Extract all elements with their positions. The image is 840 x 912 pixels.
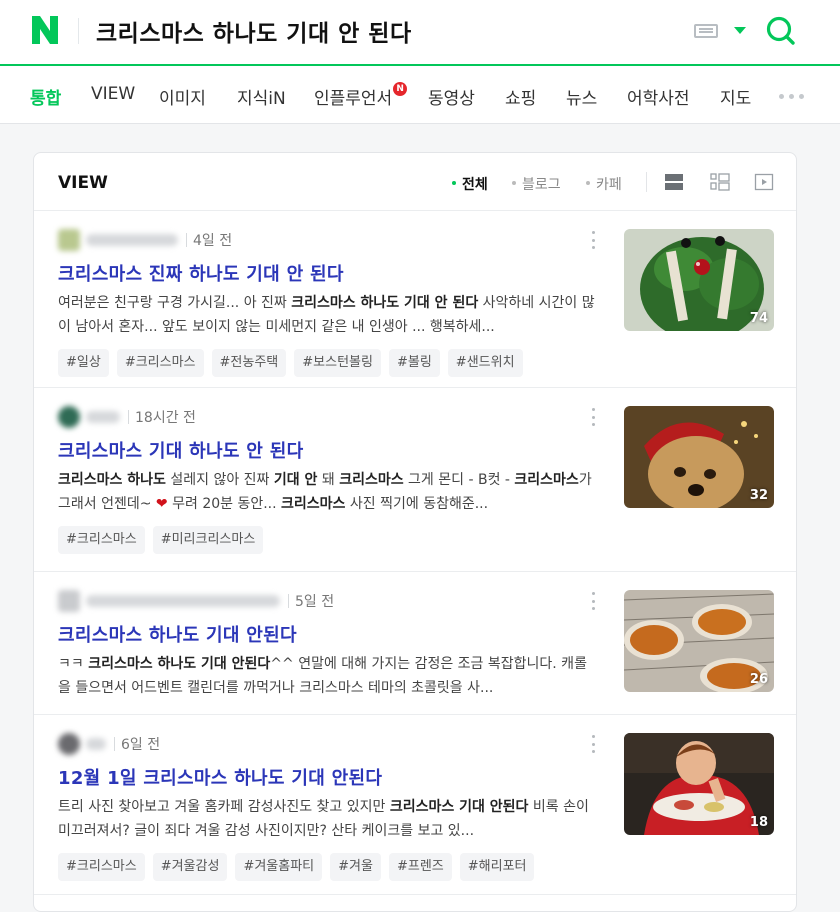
hashtag[interactable]: #겨울홈파티 bbox=[235, 853, 323, 881]
hashtag[interactable]: #해리포터 bbox=[459, 853, 535, 881]
tab-influencer[interactable]: 인플루언서 N bbox=[314, 82, 408, 109]
view-panel-title: VIEW bbox=[58, 173, 108, 193]
image-count: 18 bbox=[749, 815, 768, 830]
result-thumbnail[interactable]: 74 bbox=[624, 229, 774, 331]
list-view-icon[interactable] bbox=[664, 172, 684, 192]
hashtag[interactable]: #크리스마스 bbox=[116, 349, 204, 377]
author-name-blurred[interactable] bbox=[86, 411, 120, 423]
search-icon[interactable] bbox=[764, 14, 798, 48]
tab-knowledge-in[interactable]: 지식iN bbox=[237, 84, 286, 109]
result-description[interactable]: 트리 사진 찾아보고 겨울 홈카페 감성사진도 찾고 있지만 크리스마스 기대 … bbox=[58, 795, 598, 843]
result-meta: 6일 전 bbox=[58, 733, 160, 755]
hashtag[interactable]: #일상 bbox=[58, 349, 109, 377]
tab-integrated[interactable]: 통합 bbox=[30, 84, 61, 109]
search-header: 크리스마스 하나도 기대 안 된다 bbox=[0, 0, 840, 66]
post-time: 6일 전 bbox=[121, 737, 161, 753]
tab-influencer-label: 인플루언서 bbox=[314, 89, 393, 109]
filter-all[interactable]: 전체 bbox=[452, 174, 488, 194]
more-options-icon[interactable] bbox=[592, 408, 596, 426]
result-description[interactable]: ㅋㅋ 크리스마스 하나도 기대 안된다^^ 연말에 대해 가지는 감정은 조금 … bbox=[58, 652, 598, 700]
view-results-panel: VIEW 전체 블로그 카페 4일 전 크리스마스 진짜 하나도 기대 안 된다… bbox=[33, 152, 797, 912]
result-meta: 18시간 전 bbox=[58, 406, 196, 428]
result-description[interactable]: 여러분은 친구랑 구경 가시길... 아 진짜 크리스마스 하나도 기대 안 된… bbox=[58, 291, 598, 339]
author-name-blurred[interactable] bbox=[86, 595, 280, 607]
filter-cafe[interactable]: 카페 bbox=[586, 174, 622, 194]
result-title[interactable]: 크리스마스 진짜 하나도 기대 안 된다 bbox=[58, 260, 344, 286]
image-count: 32 bbox=[749, 488, 768, 503]
hashtag[interactable]: #볼링 bbox=[388, 349, 440, 377]
result-meta: 4일 전 bbox=[58, 229, 232, 251]
result-meta: 5일 전 bbox=[58, 590, 334, 612]
more-options-icon[interactable] bbox=[592, 592, 596, 610]
hashtag[interactable]: #크리스마스 bbox=[58, 853, 145, 881]
author-name-blurred[interactable] bbox=[86, 738, 106, 750]
tab-video[interactable]: 동영상 bbox=[428, 84, 475, 109]
hashtag[interactable]: #샌드위치 bbox=[447, 349, 523, 377]
tab-view[interactable]: VIEW bbox=[91, 84, 135, 104]
author-avatar[interactable] bbox=[58, 229, 80, 251]
more-options-icon[interactable] bbox=[592, 735, 596, 753]
result-tags: #일상 #크리스마스 #전농주택 #보스턴볼링 #볼링 #샌드위치 bbox=[58, 349, 523, 377]
hashtag[interactable]: #프렌즈 bbox=[388, 853, 452, 881]
result-thumbnail[interactable]: 26 bbox=[624, 590, 774, 692]
result-title[interactable]: 크리스마스 기대 하나도 안 된다 bbox=[58, 437, 303, 463]
keyboard-icon[interactable] bbox=[694, 24, 718, 38]
result-thumbnail[interactable]: 18 bbox=[624, 733, 774, 835]
filter-separator bbox=[646, 172, 647, 192]
result-title[interactable]: 크리스마스 하나도 기대 안된다 bbox=[58, 621, 297, 647]
card-view-icon[interactable] bbox=[710, 172, 730, 192]
view-result-item[interactable]: 5일 전 크리스마스 하나도 기대 안된다 ㅋㅋ 크리스마스 하나도 기대 안된… bbox=[34, 572, 796, 715]
author-name-blurred[interactable] bbox=[86, 234, 178, 246]
post-time: 5일 전 bbox=[295, 594, 335, 610]
post-time: 18시간 전 bbox=[135, 410, 196, 426]
result-title[interactable]: 12월 1일 크리스마스 하나도 기대 안된다 bbox=[58, 764, 382, 790]
hashtag[interactable]: #미리크리스마스 bbox=[152, 526, 264, 554]
search-query-input[interactable]: 크리스마스 하나도 기대 안 된다 bbox=[96, 14, 412, 48]
author-avatar[interactable] bbox=[58, 733, 80, 755]
result-thumbnail[interactable]: 32 bbox=[624, 406, 774, 508]
hashtag[interactable]: #겨울감성 bbox=[152, 853, 228, 881]
author-avatar[interactable] bbox=[58, 406, 80, 428]
result-tags: #크리스마스 #미리크리스마스 bbox=[58, 526, 264, 554]
filter-blog[interactable]: 블로그 bbox=[512, 174, 561, 194]
header-divider bbox=[78, 18, 79, 44]
result-tags: #크리스마스 #겨울감성 #겨울홈파티 #겨울 #프렌즈 #해리포터 bbox=[58, 853, 535, 881]
tab-map[interactable]: 지도 bbox=[720, 84, 751, 109]
hashtag[interactable]: #보스턴볼링 bbox=[294, 349, 381, 377]
tab-news[interactable]: 뉴스 bbox=[566, 84, 597, 109]
tab-images[interactable]: 이미지 bbox=[159, 84, 206, 109]
more-options-icon[interactable] bbox=[592, 231, 596, 249]
hashtag[interactable]: #겨울 bbox=[330, 853, 381, 881]
tab-dictionary[interactable]: 어학사전 bbox=[627, 84, 690, 109]
view-result-item[interactable]: 4일 전 크리스마스 진짜 하나도 기대 안 된다 여러분은 친구랑 구경 가시… bbox=[34, 211, 796, 388]
hashtag[interactable]: #크리스마스 bbox=[58, 526, 145, 554]
hashtag[interactable]: #전농주택 bbox=[211, 349, 287, 377]
more-tabs-icon[interactable] bbox=[779, 94, 804, 99]
image-count: 74 bbox=[749, 311, 768, 326]
result-description[interactable]: 크리스마스 하나도 설레지 않아 진짜 기대 안 돼 크리스마스 그게 몬디 -… bbox=[58, 468, 598, 516]
chevron-down-icon[interactable] bbox=[734, 27, 746, 34]
search-tabs: 통합 VIEW 이미지 지식iN 인플루언서 N 동영상 쇼핑 뉴스 어학사전 지… bbox=[0, 66, 840, 124]
view-panel-header: VIEW 전체 블로그 카페 bbox=[34, 153, 796, 211]
post-time: 4일 전 bbox=[193, 233, 233, 249]
naver-logo-icon[interactable] bbox=[30, 14, 60, 46]
new-badge: N bbox=[393, 82, 408, 96]
view-result-item[interactable]: 6일 전 12월 1일 크리스마스 하나도 기대 안된다 트리 사진 찾아보고 … bbox=[34, 715, 796, 895]
tab-shopping[interactable]: 쇼핑 bbox=[505, 84, 536, 109]
author-avatar[interactable] bbox=[58, 590, 80, 612]
video-view-icon[interactable] bbox=[754, 172, 774, 192]
view-result-item[interactable]: 18시간 전 크리스마스 기대 하나도 안 된다 크리스마스 하나도 설레지 않… bbox=[34, 388, 796, 572]
image-count: 26 bbox=[749, 672, 768, 687]
